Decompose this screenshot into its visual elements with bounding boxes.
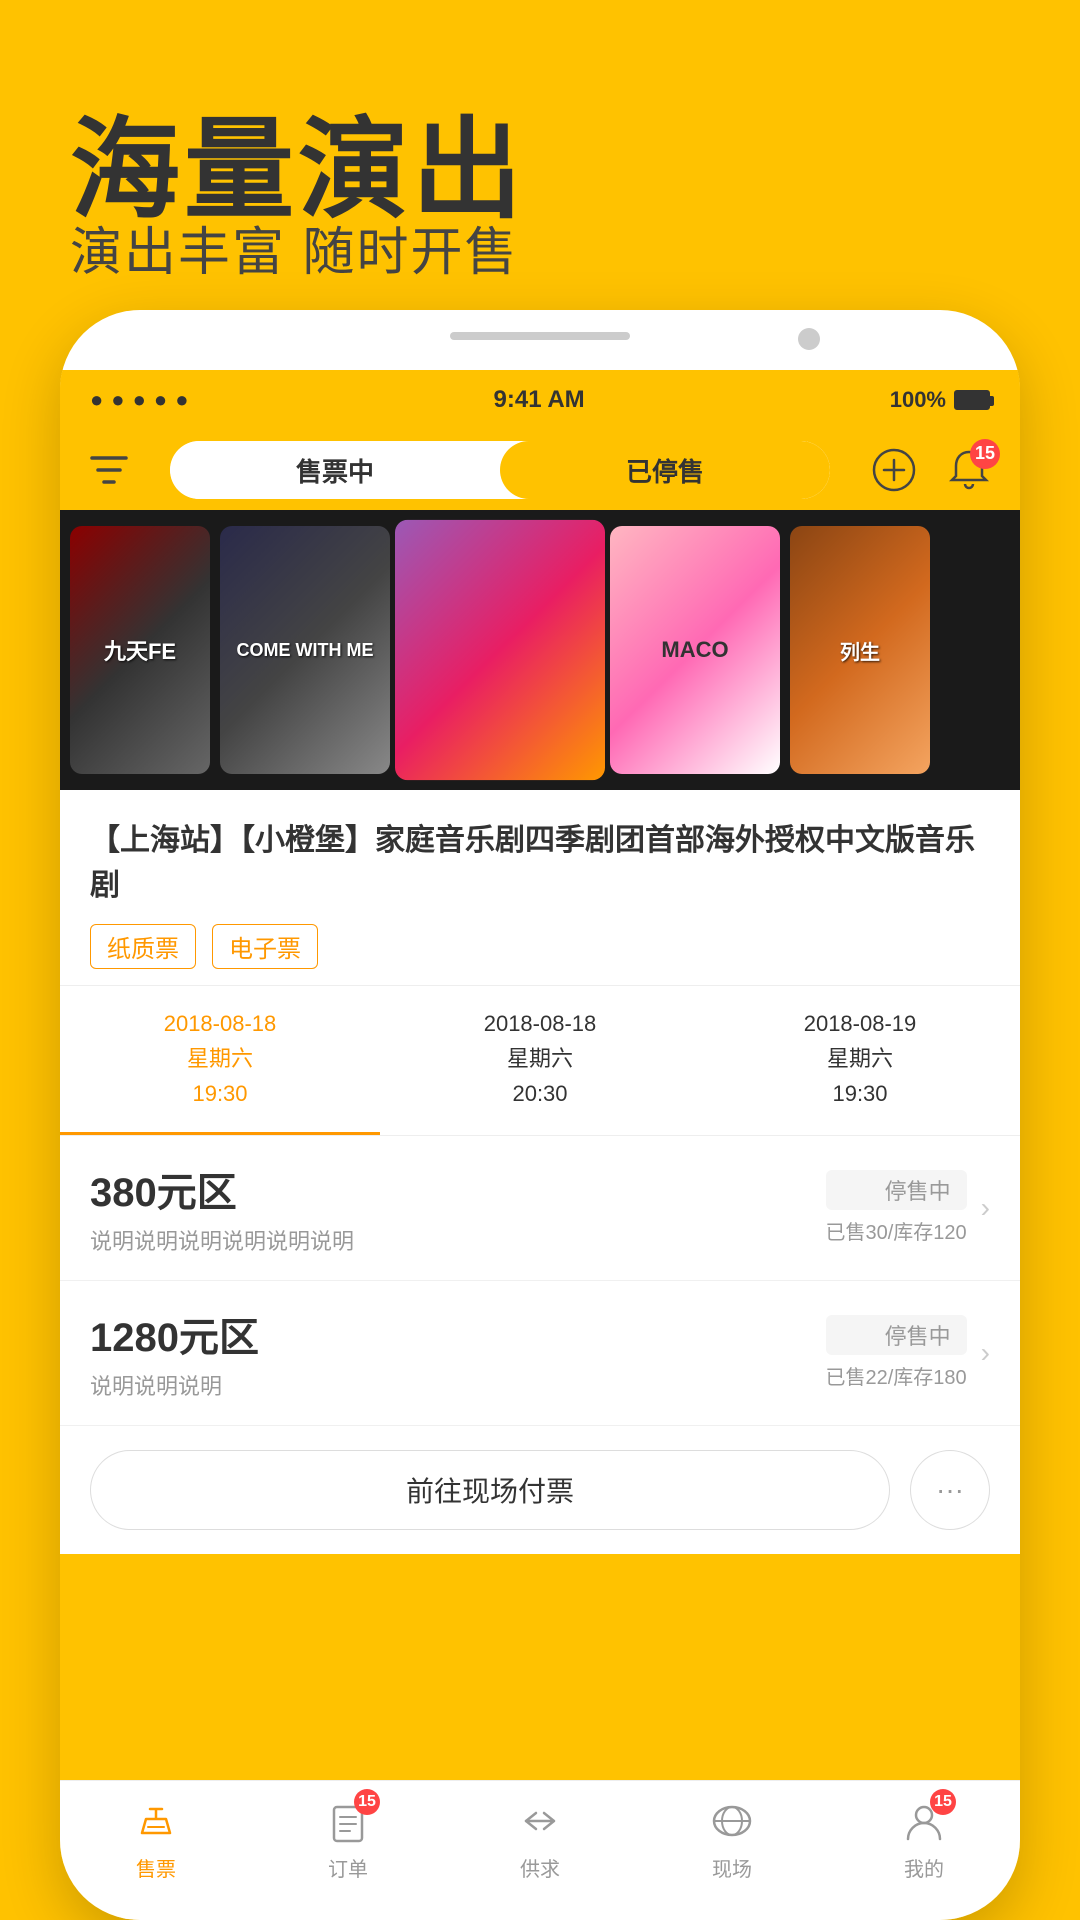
bottom-nav: 售票 15 订单	[60, 1780, 1020, 1920]
zone-2-status: 停售中 已售22/库存180	[826, 1315, 967, 1390]
nav-item-supply[interactable]: 供求	[444, 1795, 636, 1882]
orders-badge: 15	[354, 1789, 380, 1815]
carousel-item-3[interactable]	[395, 520, 605, 780]
poster-2-image: COME WITH ME	[220, 526, 390, 774]
date-2-time: 20:30	[390, 1076, 690, 1111]
signal-dot: ●	[90, 387, 103, 413]
date-3-date: 2018-08-19	[710, 1006, 1010, 1041]
status-bar: ● ● ● ● ● 9:41 AM 100%	[60, 370, 1020, 430]
nav-icons: 15	[866, 443, 996, 498]
zone-2-right: 停售中 已售22/库存180 ›	[826, 1315, 991, 1390]
date-item-3[interactable]: 2018-08-19 星期六 19:30	[700, 986, 1020, 1135]
date-item-1[interactable]: 2018-08-18 星期六 19:30	[60, 986, 380, 1135]
zone-1-stock: 已售30/库存120	[826, 1216, 967, 1245]
nav-label-scene: 现场	[712, 1853, 752, 1882]
carousel-item-2[interactable]: COME WITH ME	[220, 526, 390, 774]
goto-venue-button[interactable]: 前往现场付票	[90, 1450, 890, 1530]
zone-1-price: 380元区	[90, 1160, 354, 1218]
zone-1-right: 停售中 已售30/库存120 ›	[826, 1170, 991, 1245]
white-content-area: 【上海站】【小橙堡】家庭音乐剧四季剧团首部海外授权中文版音乐剧 纸质票 电子票 …	[60, 790, 1020, 1554]
ticket-zone-1: 380元区 说明说明说明说明说明说明 停售中 已售30/库存120 ›	[60, 1136, 1020, 1281]
nav-label-tickets: 售票	[136, 1853, 176, 1882]
tab-stopped[interactable]: 已停售	[500, 441, 830, 499]
signal-dots: ● ● ● ● ●	[90, 387, 188, 413]
nav-item-tickets[interactable]: 售票	[60, 1795, 252, 1882]
scene-icon-wrap	[706, 1795, 758, 1847]
zone-2-left: 1280元区 说明说明说明	[90, 1305, 259, 1401]
zone-2-status-label: 停售中	[826, 1315, 967, 1355]
zone-2-chevron[interactable]: ›	[981, 1337, 990, 1369]
nav-label-mine: 我的	[904, 1853, 944, 1882]
zone-2-stock: 已售22/库存180	[826, 1361, 967, 1390]
tab-group: 售票中 已停售	[170, 441, 830, 499]
concert-carousel: 九天FE COME WITH ME MACO 列生	[60, 510, 1020, 790]
event-title-section: 【上海站】【小橙堡】家庭音乐剧四季剧团首部海外授权中文版音乐剧 纸质票 电子票	[60, 790, 1020, 986]
zone-1-chevron[interactable]: ›	[981, 1192, 990, 1224]
phone-mockup: ● ● ● ● ● 9:41 AM 100%	[60, 310, 1020, 1920]
date-item-2[interactable]: 2018-08-18 星期六 20:30	[380, 986, 700, 1135]
signal-dot: ●	[133, 387, 146, 413]
carousel-item-5[interactable]: 列生	[790, 526, 930, 774]
tab-selling[interactable]: 售票中	[170, 441, 500, 499]
ticket-zone-2: 1280元区 说明说明说明 停售中 已售22/库存180 ›	[60, 1281, 1020, 1426]
tag-electronic: 电子票	[212, 924, 318, 969]
supply-icon-wrap	[514, 1795, 566, 1847]
date-2-date: 2018-08-18	[390, 1006, 690, 1041]
nav-bar: 售票中 已停售 15	[60, 430, 1020, 510]
signal-dot: ●	[111, 387, 124, 413]
hero-subtitle: 演出丰富 随时开售	[70, 210, 518, 285]
nav-item-scene[interactable]: 现场	[636, 1795, 828, 1882]
mine-badge: 15	[930, 1789, 956, 1815]
date-1-time: 19:30	[70, 1076, 370, 1111]
zone-1-left: 380元区 说明说明说明说明说明说明	[90, 1160, 354, 1256]
carousel-item-4[interactable]: MACO	[610, 526, 780, 774]
nav-label-orders: 订单	[328, 1853, 368, 1882]
signal-dot: ●	[175, 387, 188, 413]
more-button[interactable]: ···	[910, 1450, 990, 1530]
orders-icon-wrap: 15	[322, 1795, 374, 1847]
notification-badge: 15	[970, 439, 1000, 469]
phone-camera	[798, 328, 820, 350]
mine-icon-wrap: 15	[898, 1795, 950, 1847]
zone-1-status-label: 停售中	[826, 1170, 967, 1210]
phone-top-bar	[450, 332, 630, 340]
poster-3-image	[395, 520, 605, 780]
status-right: 100%	[890, 387, 990, 413]
poster-5-image: 列生	[790, 526, 930, 774]
ticket-tags: 纸质票 电子票	[90, 924, 990, 969]
status-time: 9:41 AM	[494, 386, 585, 414]
zone-2-desc: 说明说明说明	[90, 1369, 259, 1401]
notification-button[interactable]: 15	[941, 443, 996, 498]
date-selector: 2018-08-18 星期六 19:30 2018-08-18 星期六 20:3…	[60, 986, 1020, 1136]
date-3-week: 星期六	[710, 1041, 1010, 1076]
poster-4-image: MACO	[610, 526, 780, 774]
tag-paper: 纸质票	[90, 924, 196, 969]
filter-button[interactable]	[84, 445, 134, 495]
add-button[interactable]	[866, 443, 921, 498]
signal-dot: ●	[154, 387, 167, 413]
nav-item-mine[interactable]: 15 我的	[828, 1795, 1020, 1882]
nav-label-supply: 供求	[520, 1853, 560, 1882]
battery-icon	[954, 390, 990, 410]
zone-2-price: 1280元区	[90, 1305, 259, 1363]
nav-item-orders[interactable]: 15 订单	[252, 1795, 444, 1882]
action-buttons: 前往现场付票 ···	[60, 1426, 1020, 1554]
event-title: 【上海站】【小橙堡】家庭音乐剧四季剧团首部海外授权中文版音乐剧	[90, 818, 990, 908]
date-1-week: 星期六	[70, 1041, 370, 1076]
battery-percent: 100%	[890, 387, 946, 413]
zone-1-desc: 说明说明说明说明说明说明	[90, 1224, 354, 1256]
date-3-time: 19:30	[710, 1076, 1010, 1111]
zone-1-status: 停售中 已售30/库存120	[826, 1170, 967, 1245]
date-1-date: 2018-08-18	[70, 1006, 370, 1041]
app-content: ● ● ● ● ● 9:41 AM 100%	[60, 370, 1020, 1920]
poster-1-image: 九天FE	[70, 526, 210, 774]
carousel-item-1[interactable]: 九天FE	[70, 526, 210, 774]
date-2-week: 星期六	[390, 1041, 690, 1076]
tickets-icon-wrap	[130, 1795, 182, 1847]
